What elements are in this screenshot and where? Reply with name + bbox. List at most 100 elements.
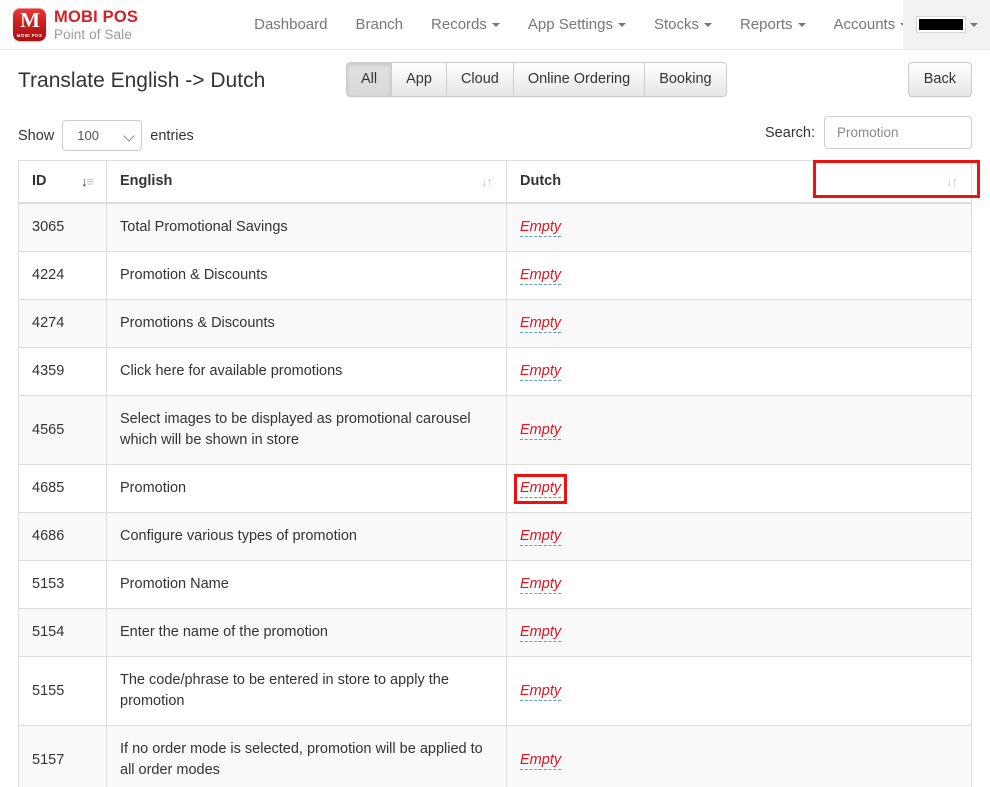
cell-english: Configure various types of promotion [106, 512, 507, 561]
dutch-translation-edit-link[interactable]: Empty [520, 363, 562, 381]
nav-label: Accounts [833, 16, 896, 33]
cell-id: 5154 [18, 608, 107, 657]
cell-id: 5157 [18, 725, 107, 787]
nav-label: Dashboard [254, 16, 328, 33]
dutch-translation-edit-link[interactable]: Empty [520, 219, 562, 237]
dutch-translation-edit-link[interactable]: Empty [520, 267, 562, 285]
column-header-id[interactable]: ID ↓≡ [18, 160, 107, 204]
nav-item-branch[interactable]: Branch [342, 0, 418, 49]
cell-dutch: Empty [506, 512, 972, 561]
dutch-translation-edit-link[interactable]: Empty [520, 576, 562, 594]
sort-ascending-icon: ↓≡ [81, 173, 94, 189]
dutch-translation-edit-link[interactable]: Empty [513, 474, 568, 504]
cell-id: 4685 [18, 464, 107, 513]
cell-dutch: Empty [506, 560, 972, 609]
table-row: 5153 Promotion Name Empty [18, 560, 972, 609]
cell-dutch: Empty [506, 608, 972, 657]
table-row: 5154 Enter the name of the promotion Empty [18, 608, 972, 657]
search-label: Search: [765, 124, 815, 141]
column-label: ID [32, 173, 47, 189]
translations-table: ID ↓≡ English ↓↑ Dutch ↓↑ 3065 Total Prom… [18, 160, 972, 787]
chevron-down-icon [617, 22, 626, 27]
sort-icon: ↓↑ [481, 173, 493, 189]
dutch-translation-edit-link[interactable]: Empty [520, 624, 562, 642]
dutch-translation-edit-link[interactable]: Empty [520, 752, 562, 770]
table-head: ID ↓≡ English ↓↑ Dutch ↓↑ [18, 160, 972, 204]
tab-app[interactable]: App [392, 62, 447, 97]
dutch-translation-edit-link[interactable]: Empty [520, 422, 562, 440]
nav-item-app-settings[interactable]: App Settings [514, 0, 640, 49]
cell-id: 4224 [18, 251, 107, 300]
table-row: 4224 Promotion & Discounts Empty [18, 251, 972, 300]
column-label: English [120, 173, 173, 189]
cell-english: If no order mode is selected, promotion … [106, 725, 507, 787]
logo-letter-m: M [20, 8, 40, 32]
tab-all[interactable]: All [346, 62, 393, 97]
cell-id: 4565 [18, 395, 107, 465]
cell-dutch: Empty [506, 464, 972, 513]
brand-wordmark: MOBI POS Point of Sale [54, 8, 138, 41]
primary-nav: Dashboard Branch Records App Settings St… [240, 0, 922, 49]
cell-dutch: Empty [506, 251, 972, 300]
cell-english: The code/phrase to be entered in store t… [106, 656, 507, 726]
chevron-down-icon [797, 22, 806, 27]
nav-item-user-account[interactable] [903, 0, 990, 49]
cell-dutch: Empty [506, 656, 972, 726]
cell-dutch: Empty [506, 299, 972, 348]
page-length-select[interactable]: 10 25 50 100 [62, 120, 143, 151]
nav-item-dashboard[interactable]: Dashboard [240, 0, 341, 49]
chevron-down-icon [491, 22, 500, 27]
dutch-translation-edit-link[interactable]: Empty [520, 528, 562, 546]
back-button[interactable]: Back [907, 62, 972, 97]
dutch-translation-edit-link[interactable]: Empty [520, 315, 562, 333]
brand-logo-link[interactable]: M MOBI POS MOBI POS Point of Sale [0, 0, 148, 49]
table-row: 4565 Select images to be displayed as pro… [18, 395, 972, 465]
cell-english: Promotion Name [106, 560, 507, 609]
tab-cloud[interactable]: Cloud [446, 62, 514, 97]
mobi-pos-logo-icon: M MOBI POS [13, 8, 46, 41]
table-header-row: ID ↓≡ English ↓↑ Dutch ↓↑ [18, 160, 972, 204]
cell-english: Promotions & Discounts [106, 299, 507, 348]
sort-icon: ↓↑ [946, 173, 958, 189]
chevron-down-icon [703, 22, 712, 27]
nav-item-reports[interactable]: Reports [726, 0, 820, 49]
column-header-english[interactable]: English ↓↑ [106, 160, 507, 204]
page-container: Translate English -> Dutch All App Cloud… [0, 50, 990, 787]
column-label: Dutch [520, 173, 562, 189]
nav-label: Reports [739, 16, 793, 33]
nav-item-stocks[interactable]: Stocks [640, 0, 726, 49]
nav-right-group [903, 0, 990, 49]
cell-id: 4686 [18, 512, 107, 561]
tab-booking[interactable]: Booking [645, 62, 727, 97]
cell-dutch: Empty [506, 203, 972, 252]
chevron-down-icon [970, 22, 978, 27]
top-navbar: M MOBI POS MOBI POS Point of Sale Dashbo… [0, 0, 990, 50]
cell-english: Enter the name of the promotion [106, 608, 507, 657]
page-title: Translate English -> Dutch [18, 69, 266, 92]
table-body: 3065 Total Promotional Savings Empty 4224 Pr… [18, 203, 972, 787]
cell-english: Select images to be displayed as promoti… [106, 395, 507, 465]
filter-tab-group: All App Cloud Online Ordering Booking [346, 62, 727, 97]
search-filter: Search: [765, 116, 972, 149]
cell-english: Promotion & Discounts [106, 251, 507, 300]
column-header-dutch[interactable]: Dutch ↓↑ [506, 160, 972, 204]
nav-label: Stocks [653, 16, 699, 33]
search-input[interactable] [824, 116, 972, 149]
tab-online-ordering[interactable]: Online Ordering [513, 62, 646, 97]
nav-item-records[interactable]: Records [417, 0, 514, 49]
cell-english: Click here for available promotions [106, 347, 507, 396]
nav-label: Records [431, 16, 487, 33]
table-row: 4686 Configure various types of promotion… [18, 512, 972, 561]
table-row: 5157 If no order mode is selected, promot… [18, 725, 972, 787]
cell-english: Total Promotional Savings [106, 203, 507, 252]
page-header: Translate English -> Dutch All App Cloud… [18, 50, 972, 112]
cell-id: 3065 [18, 203, 107, 252]
nav-label: App Settings [527, 16, 613, 33]
table-row: 4274 Promotions & Discounts Empty [18, 299, 972, 348]
logo-sublabel: MOBI POS [16, 33, 43, 38]
show-label: Show [18, 127, 55, 144]
user-name-redacted [917, 17, 965, 32]
nav-label: Branch [355, 16, 404, 33]
dutch-translation-edit-link[interactable]: Empty [520, 683, 562, 701]
brand-name: MOBI POS [54, 8, 139, 26]
